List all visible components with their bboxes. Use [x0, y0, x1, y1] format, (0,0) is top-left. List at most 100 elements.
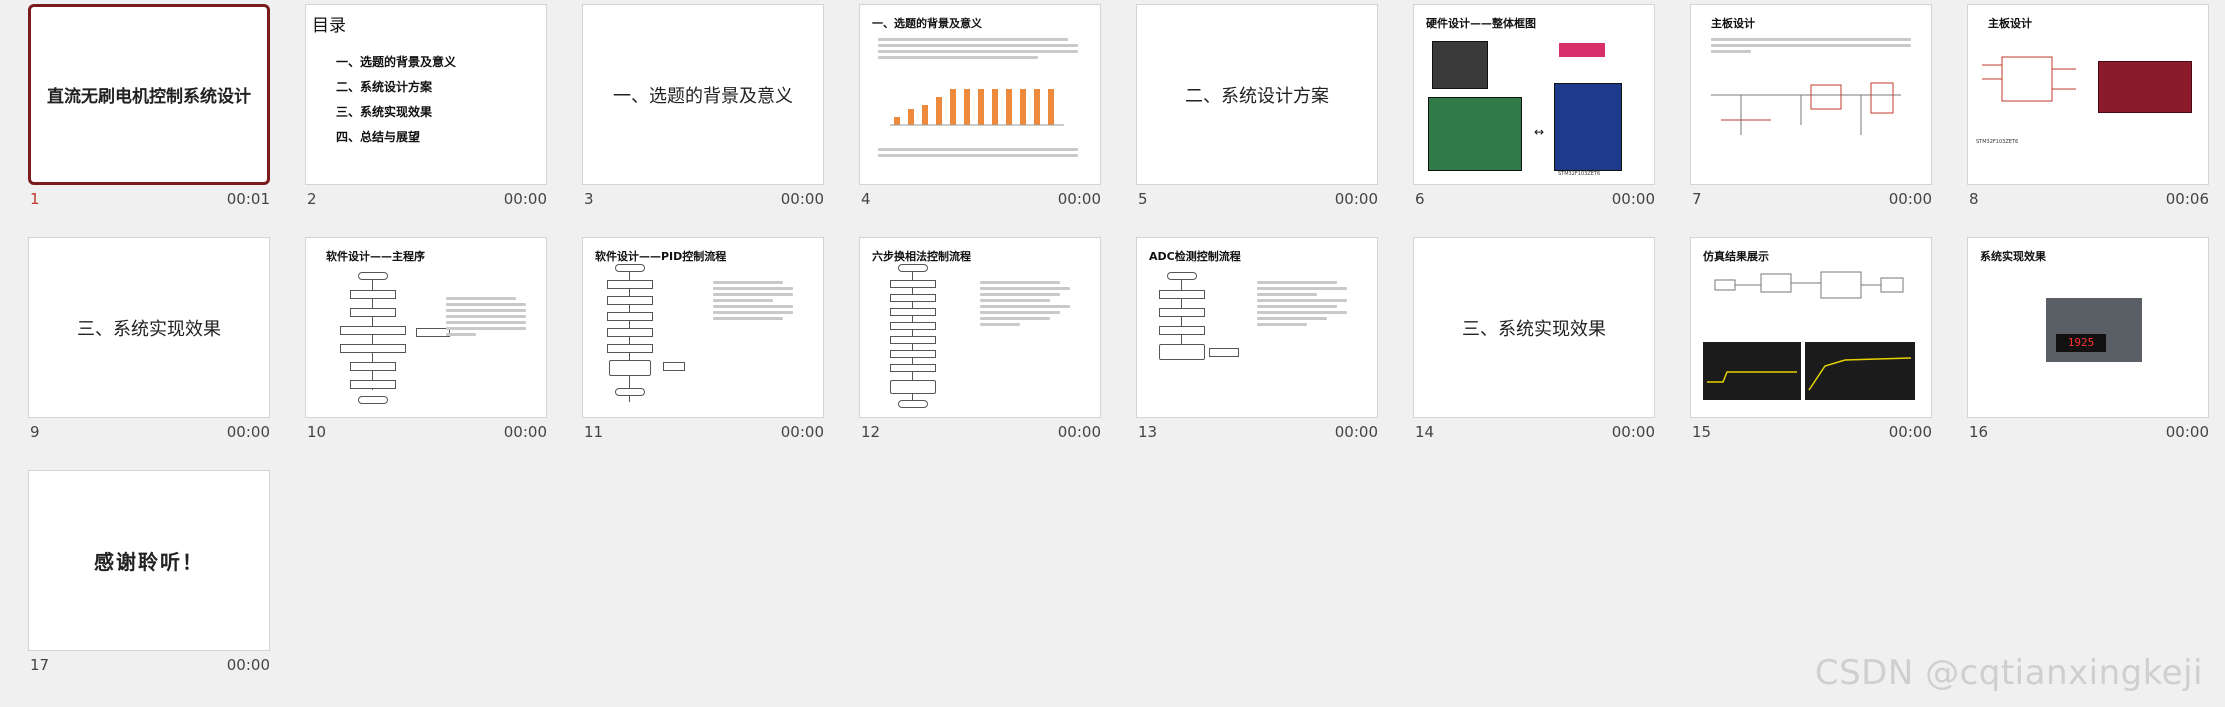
slide-14-preview[interactable]: 三、系统实现效果: [1413, 237, 1655, 418]
slide-header: 系统实现效果: [1980, 250, 2046, 263]
text-block: [1257, 278, 1347, 329]
circuit-schematic-graphic: [1711, 82, 1901, 135]
slide-15-preview[interactable]: 仿真结果展示: [1690, 237, 1932, 418]
slide-header: 软件设计——主程序: [326, 250, 425, 263]
slide-8-preview[interactable]: 主板设计 STM32F103ZET6: [1967, 4, 2209, 185]
text-block: [446, 294, 526, 339]
slide-header: 主板设计: [1988, 17, 2032, 30]
slide-thumbnail-4[interactable]: 一、选题的背景及意义 4 00:00: [831, 0, 1101, 220]
slide-timing: 00:00: [1888, 423, 1932, 441]
slide-12-preview[interactable]: 六步换相法控制流程: [859, 237, 1101, 418]
slide-4-preview[interactable]: 一、选题的背景及意义: [859, 4, 1101, 185]
slide-timing: 00:06: [2165, 190, 2209, 208]
text-block: [1711, 35, 1911, 56]
slide-number: 1: [30, 190, 40, 208]
slide-thumbnail-17[interactable]: 感谢聆听！ 17 00:00: [0, 466, 270, 686]
slide-timing: 00:00: [1611, 190, 1655, 208]
slide-thumbnail-3[interactable]: 一、选题的背景及意义 3 00:00: [554, 0, 824, 220]
arrow-icon: ↔: [1534, 125, 1545, 139]
slide-thumbnail-5[interactable]: 二、系统设计方案 5 00:00: [1108, 0, 1378, 220]
slide-timing: 00:00: [1334, 423, 1378, 441]
toc-item: 二、系统设计方案: [336, 80, 433, 94]
slide-number: 5: [1138, 190, 1148, 208]
slide-thumbnail-11[interactable]: 软件设计——PID控制流程 11 00:00: [554, 233, 824, 453]
lcd-display: 1925: [2056, 334, 2106, 352]
pcb-layout-image: [2098, 61, 2192, 113]
slide-number: 13: [1138, 423, 1158, 441]
slide-timing: 00:00: [2165, 423, 2209, 441]
slide-timing: 00:00: [1334, 190, 1378, 208]
slide-header: 主板设计: [1711, 17, 1755, 30]
text-block: [878, 35, 1078, 62]
slide-thumbnail-15[interactable]: 仿真结果展示 15 00:00: [1662, 233, 1932, 453]
scope-waveform-1: [1703, 342, 1801, 400]
slide-3-preview[interactable]: 一、选题的背景及意义: [582, 4, 824, 185]
slide-17-preview[interactable]: 感谢聆听！: [28, 470, 270, 651]
slide-thumbnail-6[interactable]: 硬件设计——整体框图 ↔ STM32F103ZET6 6 00:00: [1385, 0, 1655, 220]
slide-number: 10: [307, 423, 327, 441]
slide-thumbnail-1[interactable]: 直流无刷电机控制系统设计 1 00:01: [0, 0, 270, 220]
slide-timing: 00:00: [1057, 190, 1101, 208]
slide-number: 17: [30, 656, 50, 674]
slide-title: 二、系统设计方案: [1185, 85, 1329, 107]
slide-timing: 00:00: [780, 423, 824, 441]
toc-item: 一、选题的背景及意义: [336, 55, 457, 69]
slide-thumbnail-13[interactable]: ADC检测控制流程 13 00:00: [1108, 233, 1378, 453]
slide-title: 一、选题的背景及意义: [613, 85, 793, 107]
slide-header: 硬件设计——整体框图: [1426, 17, 1536, 30]
board-label: STM32F103ZET6: [1976, 139, 2019, 145]
slide-number: 3: [584, 190, 594, 208]
slide-9-preview[interactable]: 三、系统实现效果: [28, 237, 270, 418]
toc-title: 目录: [312, 16, 346, 36]
slide-header: 仿真结果展示: [1703, 250, 1769, 263]
slide-number: 4: [861, 190, 871, 208]
slide-timing: 00:00: [503, 190, 547, 208]
slide-thumbnail-16[interactable]: 系统实现效果 1925 16 00:00: [1939, 233, 2209, 453]
watermark: CSDN @cqtianxingkeji: [1814, 653, 2203, 693]
slide-13-preview[interactable]: ADC检测控制流程: [1136, 237, 1378, 418]
slide-timing: 00:00: [1888, 190, 1932, 208]
slide-number: 15: [1692, 423, 1712, 441]
slide-10-preview[interactable]: 软件设计——主程序: [305, 237, 547, 418]
slide-11-preview[interactable]: 软件设计——PID控制流程: [582, 237, 824, 418]
slide-number: 2: [307, 190, 317, 208]
slide-thumbnail-7[interactable]: 主板设计 7 00:00: [1662, 0, 1932, 220]
slide-thumbnail-10[interactable]: 软件设计——主程序 10 00:00: [277, 233, 547, 453]
slide-number: 6: [1415, 190, 1425, 208]
slide-5-preview[interactable]: 二、系统设计方案: [1136, 4, 1378, 185]
scope-waveform-2: [1805, 342, 1915, 400]
slide-timing: 00:00: [1057, 423, 1101, 441]
slide-7-preview[interactable]: 主板设计: [1690, 4, 1932, 185]
slide-number: 11: [584, 423, 604, 441]
driver-board-image: [1428, 97, 1522, 171]
slide-number: 16: [1969, 423, 1989, 441]
slide-number: 12: [861, 423, 881, 441]
slide-number: 7: [1692, 190, 1702, 208]
slide-title: 三、系统实现效果: [1462, 318, 1606, 340]
slide-timing: 00:00: [503, 423, 547, 441]
board-label: STM32F103ZET6: [1558, 171, 1601, 177]
slide-16-preview[interactable]: 系统实现效果 1925: [1967, 237, 2209, 418]
slide-thumbnail-2[interactable]: 目录 一、选题的背景及意义 二、系统设计方案 三、系统实现效果 四、总结与展望 …: [277, 0, 547, 220]
toc-item: 三、系统实现效果: [336, 105, 433, 119]
schematic-graphic: [1982, 56, 2076, 102]
text-block: [980, 278, 1070, 329]
hardware-photo: 1925: [2046, 298, 2142, 362]
toc-list: 一、选题的背景及意义 二、系统设计方案 三、系统实现效果 四、总结与展望: [336, 53, 456, 153]
slide-thumbnail-14[interactable]: 三、系统实现效果 14 00:00: [1385, 233, 1655, 453]
text-block: [878, 145, 1078, 160]
slide-2-preview[interactable]: 目录 一、选题的背景及意义 二、系统设计方案 三、系统实现效果 四、总结与展望: [305, 4, 547, 185]
slide-header: ADC检测控制流程: [1149, 250, 1241, 263]
slide-6-preview[interactable]: 硬件设计——整体框图 ↔ STM32F103ZET6: [1413, 4, 1655, 185]
slide-1-preview[interactable]: 直流无刷电机控制系统设计: [28, 4, 270, 185]
slide-timing: 00:01: [226, 190, 270, 208]
motor-image: [1432, 41, 1488, 89]
bar-chart-graphic: [890, 89, 1064, 126]
slide-thumbnail-9[interactable]: 三、系统实现效果 9 00:00: [0, 233, 270, 453]
toc-item: 四、总结与展望: [336, 130, 421, 144]
slide-timing: 00:00: [1611, 423, 1655, 441]
slide-thumbnail-8[interactable]: 主板设计 STM32F103ZET6 8 00:06: [1939, 0, 2209, 220]
slide-timing: 00:00: [226, 423, 270, 441]
slide-thumbnail-12[interactable]: 六步换相法控制流程 12 00:00: [831, 233, 1101, 453]
slide-header: 软件设计——PID控制流程: [595, 250, 727, 263]
